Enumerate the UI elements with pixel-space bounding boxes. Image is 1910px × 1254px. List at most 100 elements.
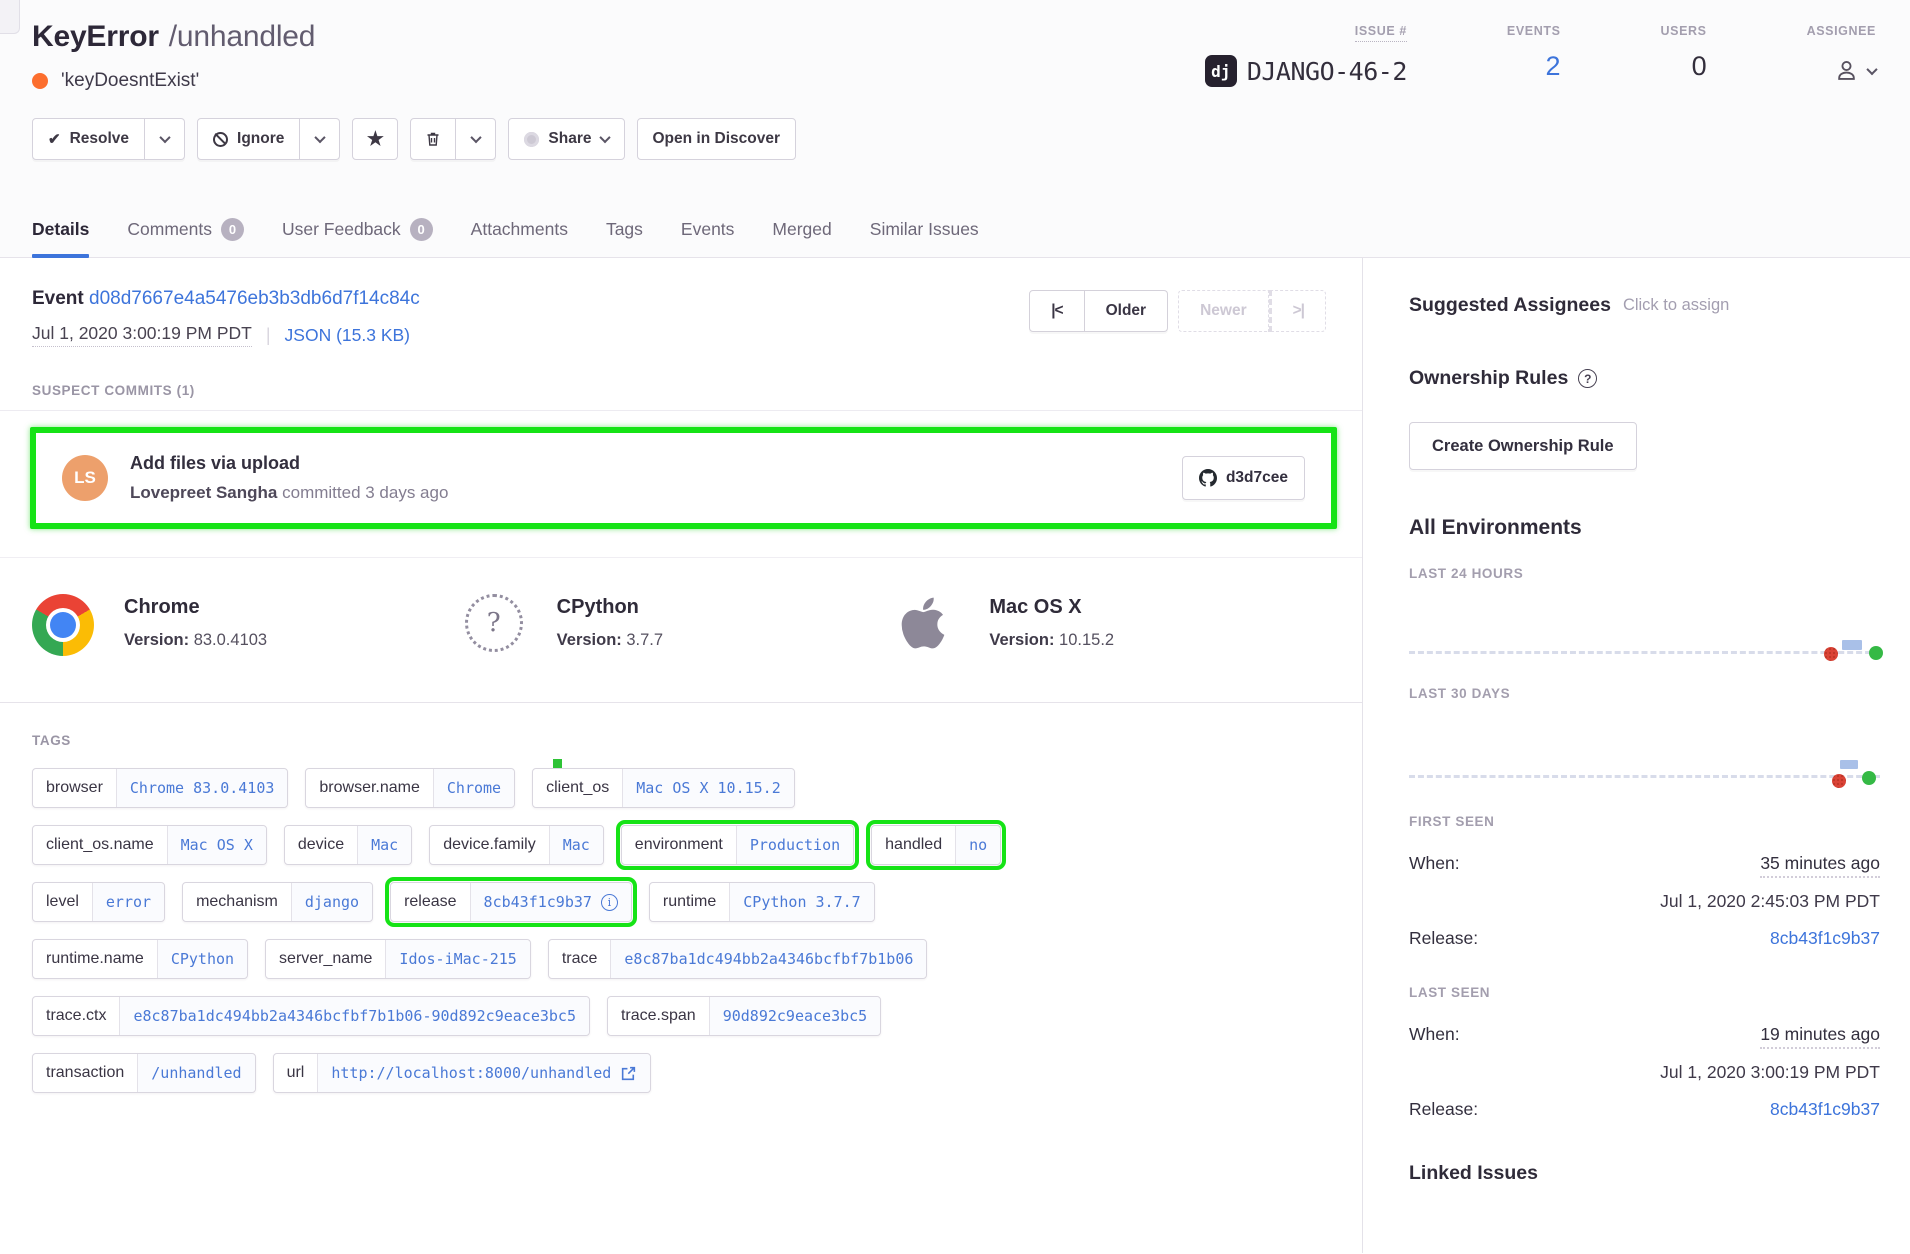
tag-release: release8cb43f1c9b37i (390, 882, 632, 922)
tag-value[interactable]: Mac OS X 10.15.2 (623, 769, 794, 807)
tab-events[interactable]: Events (681, 218, 735, 257)
pager-oldest-button[interactable]: |< (1029, 290, 1084, 332)
event-id-link[interactable]: d08d7667e4a5476eb3b3db6d7f14c84c (89, 288, 420, 309)
tag-value-text: Mac OS X 10.15.2 (636, 779, 781, 797)
stat-value: djDJANGO-46-2 (1205, 55, 1407, 87)
last-seen-heading: LAST SEEN (1409, 985, 1880, 1000)
tag-key: device.family (430, 826, 549, 864)
tab-tags[interactable]: Tags (606, 218, 643, 257)
when-label: When: (1409, 853, 1460, 874)
delete-button[interactable] (410, 118, 456, 160)
open-in-discover-button[interactable]: Open in Discover (637, 118, 796, 160)
error-level-dot (32, 73, 48, 89)
tag-mechanism: mechanismdjango (182, 882, 373, 922)
resolve-button[interactable]: ✔ Resolve (32, 118, 145, 160)
tag-value[interactable]: Mac (550, 826, 603, 864)
linked-issues-heading: Linked Issues (1409, 1162, 1880, 1185)
ignore-dropdown-button[interactable] (300, 118, 340, 160)
tab-user-feedback[interactable]: User Feedback0 (282, 218, 433, 257)
tag-value[interactable]: /unhandled (138, 1054, 254, 1092)
tag-value-text: Mac (371, 836, 398, 854)
issue-sidebar: Suggested Assignees Click to assign Owne… (1362, 258, 1910, 1253)
tag-value[interactable]: no (956, 826, 1000, 864)
stat-value: 2 (1545, 51, 1560, 82)
event-bar-icon (1842, 640, 1862, 650)
issue-stats: ISSUE #djDJANGO-46-2EVENTS2USERS0ASSIGNE… (1205, 20, 1876, 87)
tag-value[interactable]: 90d892c9eace3bc5 (710, 997, 881, 1035)
external-link-icon-wrap[interactable] (620, 1065, 637, 1082)
tag-value[interactable]: http://localhost:8000/unhandled (318, 1054, 650, 1092)
first-seen-date: Jul 1, 2020 2:45:03 PM PDT (1409, 891, 1880, 912)
tag-value[interactable]: django (292, 883, 372, 921)
info-icon[interactable]: i (601, 894, 618, 911)
tab-similar-issues[interactable]: Similar Issues (870, 218, 979, 257)
question-circle-icon[interactable]: ? (1578, 369, 1597, 388)
tag-key: level (33, 883, 93, 921)
tag-value[interactable]: 8cb43f1c9b37i (471, 883, 631, 921)
issue-type: KeyError (32, 20, 159, 53)
pager-older-button[interactable]: Older (1085, 290, 1168, 332)
tag-value[interactable]: Idos-iMac-215 (386, 940, 529, 978)
tag-value[interactable]: Chrome 83.0.4103 (117, 769, 288, 807)
project-name: DJANGO-46-2 (1247, 57, 1407, 86)
event-header: Event d08d7667e4a5476eb3b3db6d7f14c84c J… (0, 258, 1362, 353)
issue-message-row: 'keyDoesntExist' (32, 70, 315, 92)
window-corner-notch (0, 0, 20, 34)
event-bar-icon (1840, 760, 1858, 769)
delete-button-group (410, 118, 496, 160)
tag-value[interactable]: e8c87ba1dc494bb2a4346bcfbf7b1b06-90d892c… (120, 997, 589, 1035)
star-icon: ★ (367, 130, 384, 149)
tab-merged[interactable]: Merged (772, 218, 831, 257)
ignore-button[interactable]: Ignore (197, 118, 300, 160)
events-count-link[interactable]: 2 (1545, 51, 1560, 82)
tag-value[interactable]: Production (737, 826, 853, 864)
last-seen-release-link[interactable]: 8cb43f1c9b37 (1770, 1099, 1880, 1120)
assignee-dropdown[interactable] (1833, 57, 1876, 84)
tag-key: trace.span (608, 997, 710, 1035)
first-seen-release-link[interactable]: 8cb43f1c9b37 (1770, 928, 1880, 949)
tab-attachments[interactable]: Attachments (471, 218, 568, 257)
event-json-link[interactable]: JSON (15.3 KB) (285, 325, 410, 346)
tag-value-text: django (305, 893, 359, 911)
stat-label: ISSUE # (1355, 24, 1407, 42)
context-card-mac-os-x: Mac OS XVersion: 10.15.2 (897, 594, 1330, 656)
tab-details[interactable]: Details (32, 218, 89, 257)
context-name: CPython (557, 596, 663, 619)
pager-newer-button[interactable]: Newer (1178, 290, 1269, 332)
stat-label: EVENTS (1507, 24, 1561, 38)
tag-value[interactable]: CPython 3.7.7 (730, 883, 873, 921)
tag-value[interactable]: Chrome (434, 769, 514, 807)
stat-value (1833, 51, 1876, 84)
tag-value-text: Chrome 83.0.4103 (130, 779, 275, 797)
tag-server-name: server_nameIdos-iMac-215 (265, 939, 531, 979)
tab-comments[interactable]: Comments0 (127, 218, 244, 257)
create-ownership-rule-button[interactable]: Create Ownership Rule (1409, 422, 1637, 470)
resolve-dropdown-button[interactable] (145, 118, 185, 160)
tab-label: User Feedback (282, 219, 401, 240)
tag-value[interactable]: e8c87ba1dc494bb2a4346bcfbf7b1b06 (611, 940, 926, 978)
tag-runtime: runtimeCPython 3.7.7 (649, 882, 875, 922)
issue-header-top: KeyError/unhandled 'keyDoesntExist' ISSU… (32, 20, 1876, 92)
tag-value-text: 90d892c9eace3bc5 (723, 1007, 868, 1025)
stat-label: ASSIGNEE (1807, 24, 1876, 38)
bookmark-button[interactable]: ★ (352, 118, 398, 160)
tag-environment: environmentProduction (621, 825, 854, 865)
context-version: Version: 10.15.2 (989, 631, 1114, 650)
last-seen-date: Jul 1, 2020 3:00:19 PM PDT (1409, 1062, 1880, 1083)
tag-value[interactable]: error (93, 883, 164, 921)
tag-value[interactable]: CPython (158, 940, 247, 978)
commit-sha-button[interactable]: d3d7cee (1182, 456, 1305, 500)
version-label: Version: (124, 631, 189, 649)
tag-value[interactable]: Mac (358, 826, 411, 864)
suggested-assignees-heading: Suggested Assignees Click to assign (1409, 294, 1880, 317)
content-area: Event d08d7667e4a5476eb3b3db6d7f14c84c J… (0, 258, 1910, 1253)
share-button[interactable]: Share (508, 118, 624, 160)
tag-value-text: Mac OS X (181, 836, 253, 854)
commit-author: Lovepreet Sangha (130, 483, 277, 502)
commit-meta: Lovepreet Sangha committed 3 days ago (130, 483, 1182, 503)
pager-newest-button[interactable]: >| (1269, 290, 1326, 332)
delete-dropdown-button[interactable] (456, 118, 496, 160)
tag-row: transaction/unhandledurlhttp://localhost… (32, 1053, 1330, 1093)
stat-value: 0 (1692, 51, 1707, 82)
tag-value[interactable]: Mac OS X (168, 826, 266, 864)
